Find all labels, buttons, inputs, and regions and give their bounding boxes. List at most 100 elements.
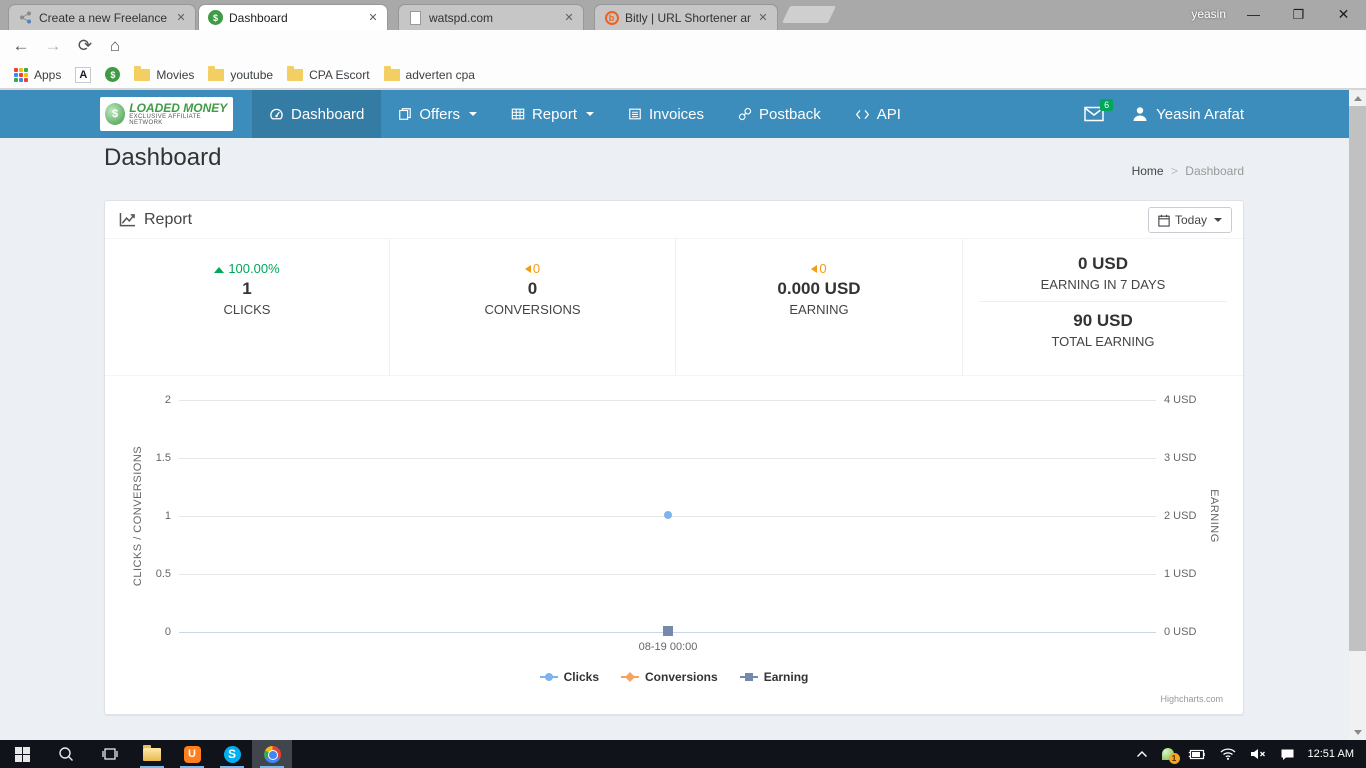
tab-close-icon[interactable]: ✕ (755, 11, 771, 24)
stat-value: 0 (390, 279, 675, 299)
tab-close-icon[interactable]: ✕ (561, 11, 577, 24)
dashboard-icon (269, 107, 284, 122)
tab-close-icon[interactable]: ✕ (365, 11, 381, 24)
system-tray: 1 12:51 AM (1129, 740, 1366, 768)
chart-line-icon (119, 212, 136, 227)
search-icon (58, 746, 74, 762)
period-selector-button[interactable]: Today (1148, 207, 1232, 233)
menu-item-offers[interactable]: Offers (381, 90, 494, 138)
folder-icon (384, 69, 400, 81)
caret-down-icon (586, 112, 594, 116)
browser-toolbar: ← → ⟳ ⌂ ⓘ network.loadedmoney.net /index… (0, 30, 1366, 61)
legend-item-earning[interactable]: Earning (740, 670, 809, 684)
legend-marker-earning (740, 672, 758, 682)
site-logo[interactable]: $ LOADED MONEY Exclusive Affiliate Netwo… (100, 97, 233, 131)
breadcrumb-home[interactable]: Home (1132, 164, 1164, 178)
apps-shortcut[interactable]: Apps (14, 68, 61, 82)
brand-name: LOADED MONEY (129, 102, 228, 114)
task-view-icon (102, 747, 118, 761)
y-tick-right: 2 USD (1164, 510, 1196, 522)
taskbar-file-explorer[interactable] (132, 740, 172, 768)
browser-tab-dashboard[interactable]: $ Dashboard ✕ (198, 4, 388, 30)
user-icon (1132, 106, 1148, 122)
scroll-up-icon[interactable] (1349, 90, 1366, 106)
stat-conversions: 0 0 CONVERSIONS (390, 239, 676, 375)
y-axis-title-right: EARNING (1208, 489, 1220, 543)
tray-count-badge: 1 (1169, 753, 1180, 764)
folder-icon (287, 69, 303, 81)
legend-item-clicks[interactable]: Clicks (540, 670, 599, 684)
tab-close-icon[interactable]: ✕ (173, 11, 189, 24)
window-frame: Create a new Freelance P ✕ $ Dashboard ✕… (0, 0, 1366, 30)
volume-status[interactable] (1243, 740, 1273, 768)
bookmark-folder-adverten-cpa[interactable]: adverten cpa (384, 68, 475, 82)
page-title: Dashboard (104, 144, 221, 172)
report-panel: Report Today 100.00% 1 CLICKS 0 0 CONVER… (104, 200, 1244, 715)
bookmark-folder-movies[interactable]: Movies (134, 68, 194, 82)
legend-marker-clicks (540, 672, 558, 682)
taskbar-uc-browser[interactable]: U (172, 740, 212, 768)
highcharts-credit[interactable]: Highcharts.com (1160, 694, 1223, 704)
windows-logo-icon (15, 747, 30, 762)
browser-tab-freelance[interactable]: Create a new Freelance P ✕ (8, 4, 196, 30)
link-icon (738, 107, 752, 121)
legend-marker-conversions (621, 672, 639, 682)
home-icon[interactable]: ⌂ (102, 33, 128, 58)
messages-button[interactable]: 6 (1084, 106, 1104, 122)
taskbar-search-button[interactable] (44, 740, 88, 768)
apps-grid-icon (14, 68, 28, 82)
clicks-data-point (664, 511, 672, 519)
bookmark-a-icon[interactable]: A (75, 67, 91, 83)
money-bag-icon: $ (208, 10, 223, 25)
browser-tab-bitly[interactable]: b Bitly | URL Shortener and ✕ (594, 4, 778, 30)
menu-item-dashboard[interactable]: Dashboard (252, 90, 381, 138)
tray-expand-button[interactable] (1129, 740, 1155, 768)
bookmark-folder-cpa-escort[interactable]: CPA Escort (287, 68, 369, 82)
task-view-button[interactable] (88, 740, 132, 768)
taskbar-skype[interactable]: S (212, 740, 252, 768)
wifi-status[interactable] (1213, 740, 1243, 768)
action-center-icon (1280, 748, 1295, 761)
gridline (179, 574, 1156, 575)
menu-item-invoices[interactable]: Invoices (611, 90, 721, 138)
breadcrumb-current: Dashboard (1185, 164, 1244, 178)
taskbar-chrome[interactable] (252, 740, 292, 768)
minimize-button[interactable]: — (1231, 0, 1276, 29)
start-button[interactable] (0, 740, 44, 768)
menu-item-api[interactable]: API (838, 90, 918, 138)
menu-item-report[interactable]: Report (494, 90, 611, 138)
menu-item-postback[interactable]: Postback (721, 90, 838, 138)
scrollbar-thumb[interactable] (1349, 106, 1366, 651)
navbar-right: 6 Yeasin Arafat (1084, 90, 1244, 138)
user-menu[interactable]: Yeasin Arafat (1132, 106, 1244, 123)
volume-muted-icon (1250, 748, 1266, 760)
page-scrollbar[interactable] (1349, 90, 1366, 740)
site-menu: Dashboard Offers Report Invoices Postbac… (252, 90, 918, 138)
forward-icon[interactable]: → (40, 33, 66, 58)
chart-legend: Clicks Conversions Earning (105, 670, 1243, 684)
taskbar-clock[interactable]: 12:51 AM (1302, 740, 1366, 768)
x-axis-label: 08-19 00:00 (568, 641, 768, 653)
tray-notification-app[interactable]: 1 (1155, 740, 1181, 768)
back-icon[interactable]: ← (8, 33, 34, 58)
close-button[interactable]: ✕ (1321, 0, 1366, 29)
caret-down-icon (469, 112, 477, 116)
bookmarks-bar: Apps A $ Movies youtube CPA Escort adver… (0, 61, 1366, 90)
browser-profile-name[interactable]: yeasin (1191, 7, 1226, 21)
y-tick-left: 2 (131, 394, 171, 406)
page-icon (408, 10, 423, 25)
new-tab-button[interactable] (782, 6, 836, 23)
stat-value: 0 USD (963, 254, 1243, 274)
stat-value: 0.000 USD (676, 279, 962, 299)
reload-icon[interactable]: ⟳ (72, 33, 98, 58)
bookmark-money-icon[interactable]: $ (105, 67, 120, 82)
scroll-down-icon[interactable] (1349, 724, 1366, 740)
restore-button[interactable]: ❐ (1276, 0, 1321, 29)
battery-status[interactable] (1181, 740, 1213, 768)
caret-down-icon (1214, 218, 1222, 222)
legend-item-conversions[interactable]: Conversions (621, 670, 718, 684)
bookmark-folder-youtube[interactable]: youtube (208, 68, 273, 82)
browser-tab-watspd[interactable]: watspd.com ✕ (398, 4, 584, 30)
y-tick-right: 3 USD (1164, 452, 1196, 464)
action-center-button[interactable] (1273, 740, 1302, 768)
